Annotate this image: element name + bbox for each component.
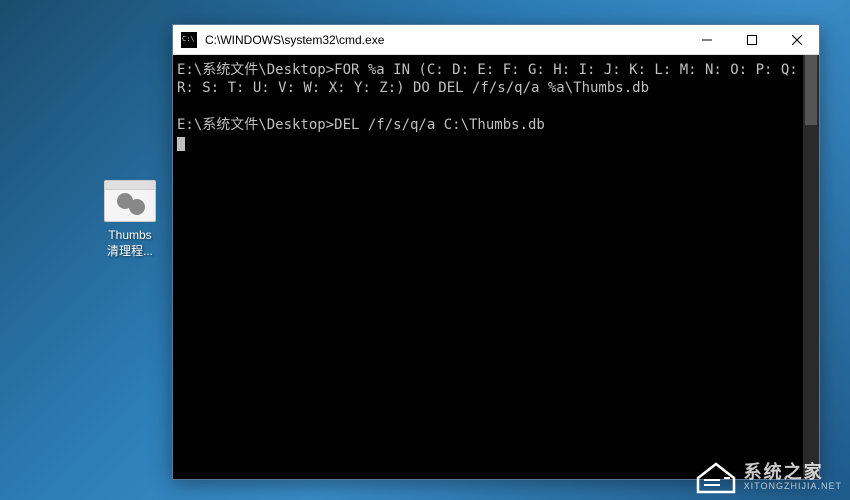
scrollbar-thumb[interactable] bbox=[805, 55, 817, 125]
minimize-button[interactable] bbox=[684, 25, 729, 55]
maximize-button[interactable] bbox=[729, 25, 774, 55]
cmd-icon bbox=[181, 32, 197, 48]
watermark-text: 系统之家 XITONGZHIJIA.NET bbox=[744, 463, 842, 491]
watermark: 系统之家 XITONGZHIJIA.NET bbox=[696, 460, 842, 494]
batch-file-icon bbox=[104, 180, 156, 222]
window-title: C:\WINDOWS\system32\cmd.exe bbox=[205, 33, 684, 47]
cmd-window: C:\WINDOWS\system32\cmd.exe E:\系统文件\Desk… bbox=[172, 24, 820, 480]
watermark-logo-icon bbox=[696, 460, 736, 494]
window-controls bbox=[684, 25, 819, 55]
terminal-line: E:\系统文件\Desktop>DEL /f/s/q/a C:\Thumbs.d… bbox=[177, 117, 545, 133]
terminal-scrollbar[interactable] bbox=[803, 55, 819, 479]
desktop-shortcut[interactable]: Thumbs 清理程... bbox=[90, 180, 170, 259]
terminal-line: E:\系统文件\Desktop>FOR %a IN (C: D: E: F: G… bbox=[177, 62, 806, 96]
titlebar[interactable]: C:\WINDOWS\system32\cmd.exe bbox=[173, 25, 819, 55]
close-button[interactable] bbox=[774, 25, 819, 55]
terminal-output[interactable]: E:\系统文件\Desktop>FOR %a IN (C: D: E: F: G… bbox=[173, 55, 819, 479]
terminal-cursor bbox=[177, 137, 185, 151]
desktop-icon-label: Thumbs 清理程... bbox=[90, 228, 170, 259]
